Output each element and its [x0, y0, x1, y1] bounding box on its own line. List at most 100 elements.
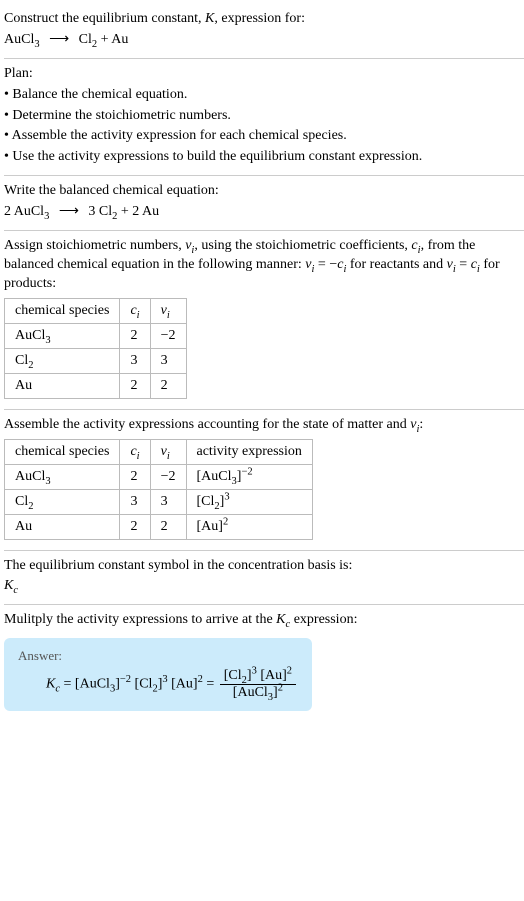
act-pow: −2	[241, 466, 252, 477]
sp-sub: 2	[28, 359, 33, 370]
ans-Kc-K: K	[46, 677, 55, 692]
table-row: AuCl3 2 −2 [AuCl3]−2	[5, 464, 313, 489]
prompt-text-a: Construct the equilibrium constant,	[4, 11, 205, 26]
species-cell: Au	[5, 514, 120, 539]
table-header-row: chemical species ci νi activity expressi…	[5, 439, 313, 464]
hdr-nui: νi	[150, 439, 186, 464]
den-sp: AuCl	[237, 685, 267, 700]
activity-table: chemical species ci νi activity expressi…	[4, 439, 313, 540]
hdr-species: chemical species	[5, 298, 120, 323]
eqn-lhs-sub: 3	[34, 39, 39, 50]
num1-sp: Cl	[228, 668, 241, 683]
species-cell: AuCl3	[5, 464, 120, 489]
t3-sp: Au	[176, 677, 193, 692]
species-cell: Au	[5, 373, 120, 398]
t1-sp: AuCl	[80, 677, 110, 692]
ci-cell: 2	[120, 514, 150, 539]
sp: AuCl	[15, 469, 45, 484]
bal-rhs1: 3 Cl	[88, 204, 112, 219]
species-cell: Cl2	[5, 489, 120, 514]
fraction-denominator: [AuCl3]2	[220, 685, 296, 701]
num1-pow: 3	[252, 666, 257, 677]
Kc-sub: c	[13, 585, 18, 596]
sp-sub: 3	[45, 334, 50, 345]
t1-pow: −2	[120, 674, 131, 685]
stoich-table: chemical species ci νi AuCl3 2 −2 Cl2 3 …	[4, 298, 187, 399]
arrow-icon: ⟶	[59, 203, 79, 222]
fraction-numerator: [Cl2]3 [Au]2	[220, 668, 296, 685]
rel1d: for reactants and	[346, 257, 446, 272]
hdr-nui: νi	[150, 298, 186, 323]
activity-intro: Assemble the activity expressions accoun…	[4, 416, 524, 435]
Kc-K: K	[4, 578, 13, 593]
hdr-nui-sub: i	[167, 309, 170, 320]
nui-cell: 2	[150, 514, 186, 539]
hdr-nui-sub: i	[167, 450, 170, 461]
table-row: AuCl3 2 −2	[5, 323, 187, 348]
prompt-K: K	[205, 11, 214, 26]
prompt-block: Construct the equilibrium constant, K, e…	[4, 4, 524, 59]
hdr-species: chemical species	[5, 439, 120, 464]
multiply-intro-b: expression:	[290, 612, 357, 627]
sp: Au	[15, 378, 32, 393]
species-cell: AuCl3	[5, 323, 120, 348]
hdr-ci-sub: i	[137, 309, 140, 320]
balance-intro: Write the balanced chemical equation:	[4, 182, 524, 201]
act-sp: AuCl	[201, 469, 231, 484]
sp: Cl	[15, 494, 28, 509]
hdr-ci: ci	[120, 439, 150, 464]
act-cell: [Au]2	[186, 514, 312, 539]
act-pow: 3	[224, 491, 229, 502]
table-header-row: chemical species ci νi	[5, 298, 187, 323]
ci-cell: 2	[120, 464, 150, 489]
balanced-equation: 2 AuCl3 ⟶ 3 Cl2 + 2 Au	[4, 203, 524, 222]
hdr-act: activity expression	[186, 439, 312, 464]
nui-cell: 3	[150, 348, 186, 373]
den-sub: 3	[268, 692, 273, 703]
table-row: Au 2 2 [Au]2	[5, 514, 313, 539]
t1-sub: 3	[110, 684, 115, 695]
sp: AuCl	[15, 328, 45, 343]
act-sp: Au	[201, 519, 218, 534]
plan-block: Plan: • Balance the chemical equation. •…	[4, 59, 524, 176]
num2-sp: Au	[265, 668, 282, 683]
prompt-equation: AuCl3 ⟶ Cl2 + Au	[4, 31, 524, 50]
act-cell: [AuCl3]−2	[186, 464, 312, 489]
ans-eq: =	[60, 677, 75, 692]
stoich-intro-a: Assign stoichiometric numbers,	[4, 238, 185, 253]
bal-lhs: 2 AuCl	[4, 204, 44, 219]
bal-lhs-sub: 3	[44, 211, 49, 222]
ans-eq2: =	[203, 677, 218, 692]
ci-cell: 2	[120, 323, 150, 348]
eqn-lhs: AuCl	[4, 32, 34, 47]
bal-rhs2: 2 Au	[132, 204, 159, 219]
table-row: Cl2 3 3 [Cl2]3	[5, 489, 313, 514]
activity-block: Assemble the activity expressions accoun…	[4, 410, 524, 551]
multiply-block: Mulitply the activity expressions to arr…	[4, 605, 524, 717]
table-row: Au 2 2	[5, 373, 187, 398]
species-cell: Cl2	[5, 348, 120, 373]
hdr-ci-sub: i	[137, 450, 140, 461]
sp: Cl	[15, 353, 28, 368]
sp: Au	[15, 519, 32, 534]
answer-box: Answer: Kc = [AuCl3]−2 [Cl2]3 [Au]2 = [C…	[4, 638, 312, 711]
eqn-rhs1: Cl	[79, 32, 92, 47]
ci-cell: 2	[120, 373, 150, 398]
t2-sub: 2	[152, 684, 157, 695]
plan-bullet-3: • Assemble the activity expression for e…	[4, 127, 524, 146]
ksymbol-expr: Kc	[4, 577, 524, 596]
act-pow: 2	[223, 516, 228, 527]
fraction: [Cl2]3 [Au]2 [AuCl3]2	[220, 668, 296, 701]
num2-pow: 2	[287, 666, 292, 677]
multiply-intro-a: Mulitply the activity expressions to arr…	[4, 612, 276, 627]
sp-sub: 2	[28, 500, 33, 511]
answer-expression: Kc = [AuCl3]−2 [Cl2]3 [Au]2 = [Cl2]3 [Au…	[18, 668, 298, 701]
multiply-intro: Mulitply the activity expressions to arr…	[4, 611, 524, 630]
ci-cell: 3	[120, 489, 150, 514]
stoich-intro: Assign stoichiometric numbers, νi, using…	[4, 237, 524, 294]
answer-label: Answer:	[18, 648, 298, 664]
ksymbol-block: The equilibrium constant symbol in the c…	[4, 551, 524, 606]
prompt-text-b: , expression for:	[214, 11, 305, 26]
ksymbol-intro: The equilibrium constant symbol in the c…	[4, 557, 524, 576]
mult-Kc-K: K	[276, 612, 285, 627]
